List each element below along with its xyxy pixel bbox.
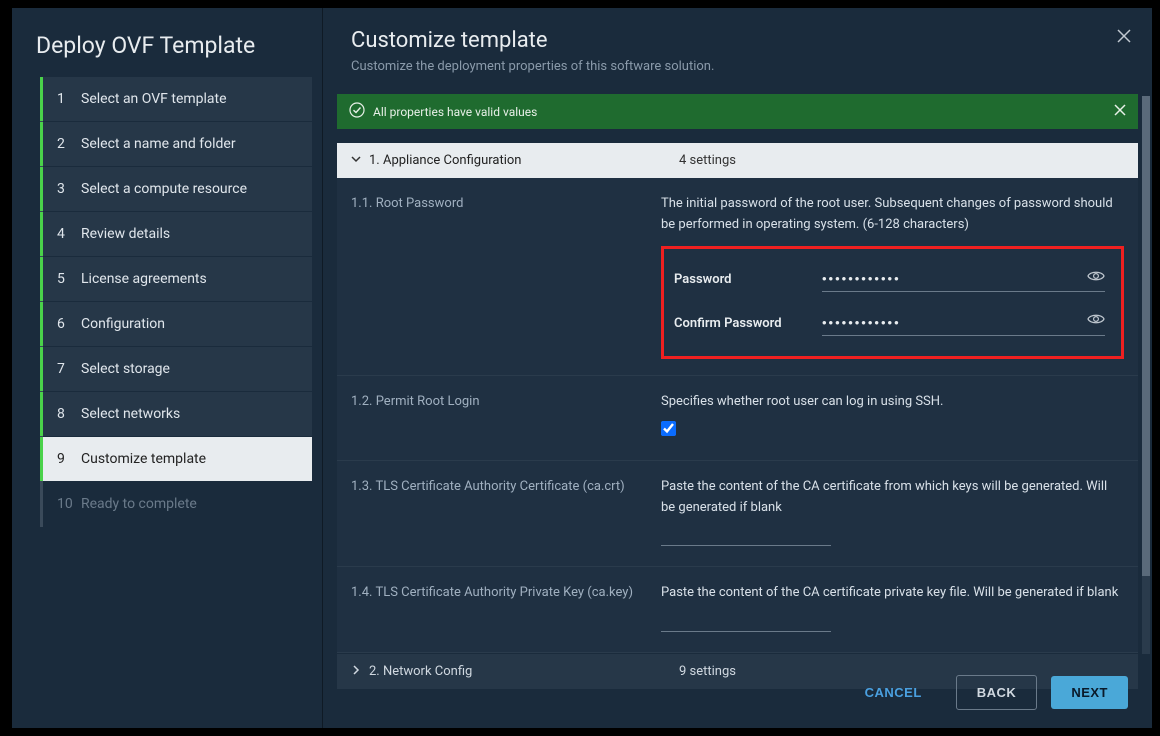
step-label: Select a compute resource bbox=[81, 181, 247, 197]
wizard-step-1[interactable]: 1 Select an OVF template bbox=[43, 77, 312, 122]
wizard-step-4[interactable]: 4 Review details bbox=[43, 212, 312, 257]
wizard-steps: 1 Select an OVF template 2 Select a name an… bbox=[40, 77, 312, 527]
confirm-password-label: Confirm Password bbox=[674, 314, 822, 335]
scrollbar[interactable] bbox=[1142, 96, 1150, 654]
cancel-button[interactable]: CANCEL bbox=[845, 676, 942, 709]
step-label: License agreements bbox=[81, 271, 207, 287]
page-title: Customize template bbox=[351, 28, 1124, 53]
confirm-password-input[interactable] bbox=[822, 315, 1081, 330]
section-meta: 4 settings bbox=[679, 153, 1124, 168]
close-icon[interactable] bbox=[1112, 24, 1136, 48]
check-circle-icon bbox=[349, 102, 365, 121]
wizard-step-3[interactable]: 3 Select a compute resource bbox=[43, 167, 312, 212]
wizard-step-9[interactable]: 9 Customize template bbox=[43, 437, 312, 482]
step-label: Configuration bbox=[81, 316, 165, 332]
prop-label: 1.3. TLS Certificate Authority Certifica… bbox=[351, 477, 661, 550]
step-number: 1 bbox=[57, 91, 75, 107]
password-input[interactable] bbox=[822, 271, 1081, 286]
prop-permit-root-login: 1.2. Permit Root Login Specifies whether… bbox=[337, 376, 1138, 461]
step-number: 2 bbox=[57, 136, 75, 152]
wizard-footer: CANCEL BACK NEXT bbox=[845, 675, 1128, 710]
section-title: 1. Appliance Configuration bbox=[369, 153, 679, 168]
tls-ca-crt-input[interactable] bbox=[661, 530, 831, 546]
wizard-title: Deploy OVF Template bbox=[12, 32, 322, 77]
prop-description: The initial password of the root user. S… bbox=[661, 194, 1124, 236]
scrollbar-thumb[interactable] bbox=[1142, 96, 1150, 576]
section-appliance-header[interactable]: 1. Appliance Configuration 4 settings bbox=[337, 143, 1138, 178]
wizard-step-10: 10 Ready to complete bbox=[43, 482, 312, 527]
section-title: 2. Network Config bbox=[369, 664, 679, 679]
prop-label: 1.1. Root Password bbox=[351, 194, 661, 359]
wizard-step-5[interactable]: 5 License agreements bbox=[43, 257, 312, 302]
step-number: 6 bbox=[57, 316, 75, 332]
password-highlight-box: Password Confirm Password bbox=[661, 246, 1124, 360]
step-number: 7 bbox=[57, 361, 75, 377]
wizard-sidebar: Deploy OVF Template 1 Select an OVF templ… bbox=[12, 8, 322, 728]
page-subtitle: Customize the deployment properties of t… bbox=[351, 59, 1124, 74]
prop-description: Paste the content of the CA certificate … bbox=[661, 583, 1124, 604]
prop-description: Paste the content of the CA certificate … bbox=[661, 477, 1124, 519]
back-button[interactable]: BACK bbox=[956, 675, 1038, 710]
permit-root-login-checkbox[interactable] bbox=[661, 421, 676, 436]
prop-value: Paste the content of the CA certificate … bbox=[661, 477, 1124, 550]
password-label: Password bbox=[674, 270, 822, 291]
step-label: Ready to complete bbox=[81, 496, 197, 512]
step-number: 5 bbox=[57, 271, 75, 287]
next-button[interactable]: NEXT bbox=[1051, 676, 1128, 709]
wizard-content: Customize template Customize the deploym… bbox=[322, 8, 1152, 728]
banner-text: All properties have valid values bbox=[373, 105, 537, 119]
chevron-right-icon bbox=[351, 665, 361, 678]
content-header: Customize template Customize the deploym… bbox=[323, 8, 1152, 84]
prop-value: Paste the content of the CA certificate … bbox=[661, 583, 1124, 636]
wizard-step-2[interactable]: 2 Select a name and folder bbox=[43, 122, 312, 167]
step-label: Select an OVF template bbox=[81, 91, 227, 107]
step-number: 10 bbox=[57, 496, 75, 512]
step-label: Select networks bbox=[81, 406, 180, 422]
step-label: Review details bbox=[81, 226, 170, 242]
eye-icon[interactable] bbox=[1087, 312, 1105, 333]
step-label: Select a name and folder bbox=[81, 136, 236, 152]
eye-icon[interactable] bbox=[1087, 269, 1105, 290]
prop-label: 1.2. Permit Root Login bbox=[351, 392, 661, 444]
deploy-ovf-modal: Deploy OVF Template 1 Select an OVF templ… bbox=[12, 8, 1152, 728]
prop-value: The initial password of the root user. S… bbox=[661, 194, 1124, 359]
wizard-step-8[interactable]: 8 Select networks bbox=[43, 392, 312, 437]
chevron-down-icon bbox=[351, 154, 361, 167]
step-number: 9 bbox=[57, 451, 75, 467]
prop-tls-ca-key: 1.4. TLS Certificate Authority Private K… bbox=[337, 567, 1138, 653]
step-number: 8 bbox=[57, 406, 75, 422]
prop-description: Specifies whether root user can log in u… bbox=[661, 392, 1124, 413]
validation-banner: All properties have valid values bbox=[337, 94, 1138, 129]
step-label: Customize template bbox=[81, 451, 206, 467]
wizard-step-7[interactable]: 7 Select storage bbox=[43, 347, 312, 392]
prop-value: Specifies whether root user can log in u… bbox=[661, 392, 1124, 444]
prop-tls-ca-crt: 1.3. TLS Certificate Authority Certifica… bbox=[337, 461, 1138, 567]
prop-label: 1.4. TLS Certificate Authority Private K… bbox=[351, 583, 661, 636]
step-number: 3 bbox=[57, 181, 75, 197]
settings-scroll-area: 1. Appliance Configuration 4 settings 1.… bbox=[337, 129, 1138, 689]
step-label: Select storage bbox=[81, 361, 170, 377]
step-number: 4 bbox=[57, 226, 75, 242]
prop-root-password: 1.1. Root Password The initial password … bbox=[337, 178, 1138, 376]
tls-ca-key-input[interactable] bbox=[661, 616, 831, 632]
banner-close-icon[interactable] bbox=[1114, 104, 1126, 119]
wizard-step-6[interactable]: 6 Configuration bbox=[43, 302, 312, 347]
